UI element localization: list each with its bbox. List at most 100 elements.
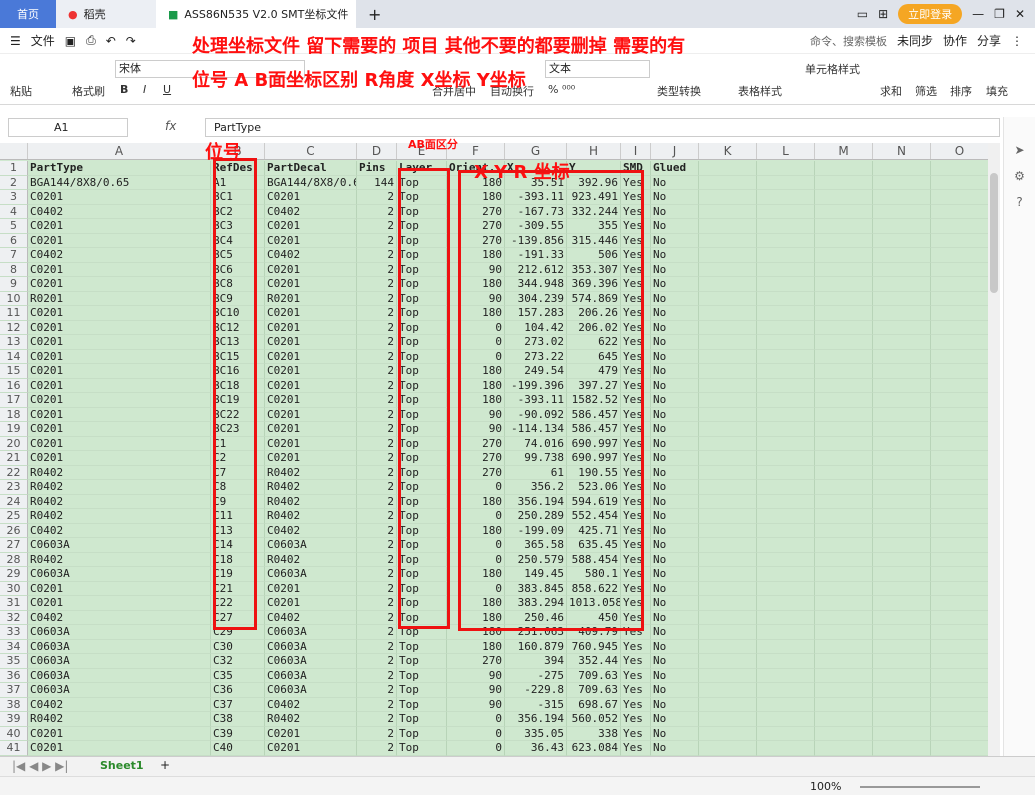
sheet-tab[interactable]: Sheet1 [100, 759, 144, 772]
table-cell[interactable] [699, 248, 757, 263]
table-cell[interactable] [815, 349, 873, 364]
table-cell[interactable]: 2 [357, 306, 397, 321]
table-cell[interactable] [815, 625, 873, 640]
table-cell[interactable] [815, 175, 873, 190]
row-number[interactable]: 31 [0, 596, 28, 611]
column-header-k[interactable]: K [699, 143, 757, 159]
table-cell[interactable]: C40 [211, 741, 265, 756]
table-cell[interactable]: C0201 [28, 349, 211, 364]
table-cell[interactable] [699, 233, 757, 248]
table-cell[interactable] [699, 509, 757, 524]
table-cell[interactable] [873, 306, 931, 321]
table-cell[interactable]: C0402 [265, 523, 357, 538]
column-header-n[interactable]: N [873, 143, 931, 159]
table-cell[interactable]: Yes [621, 668, 651, 683]
table-cell[interactable]: R0402 [265, 494, 357, 509]
table-cell[interactable] [931, 161, 988, 176]
table-cell[interactable]: No [651, 175, 699, 190]
table-cell[interactable]: C0603A [28, 538, 211, 553]
table-cell[interactable] [699, 378, 757, 393]
table-cell[interactable] [757, 451, 815, 466]
table-cell[interactable]: C36 [211, 683, 265, 698]
table-cell[interactable] [757, 538, 815, 553]
table-cell[interactable]: 356.194 [505, 712, 567, 727]
table-cell[interactable]: 338 [567, 726, 621, 741]
table-cell[interactable] [757, 422, 815, 437]
table-cell[interactable]: C0201 [28, 277, 211, 292]
table-cell[interactable] [815, 436, 873, 451]
table-cell[interactable]: -229.8 [505, 683, 567, 698]
table-cell[interactable]: 160.879 [505, 639, 567, 654]
table-cell[interactable]: C0201 [265, 349, 357, 364]
row-number[interactable]: 20 [0, 436, 28, 451]
table-cell[interactable] [815, 509, 873, 524]
table-cell[interactable]: C0201 [265, 726, 357, 741]
table-cell[interactable] [815, 161, 873, 176]
table-cell[interactable] [873, 596, 931, 611]
new-tab-button[interactable]: + [356, 0, 393, 28]
table-cell[interactable]: Yes [621, 683, 651, 698]
type-convert-button[interactable]: 类型转换 [657, 83, 701, 99]
table-cell[interactable]: 2 [357, 277, 397, 292]
fx-icon[interactable]: fx [165, 119, 176, 133]
table-cell[interactable]: Top [397, 741, 447, 756]
italic-icon[interactable]: I [143, 83, 146, 96]
table-cell[interactable] [873, 741, 931, 756]
table-cell[interactable] [815, 364, 873, 379]
table-cell[interactable]: C0201 [28, 306, 211, 321]
table-cell[interactable]: No [651, 335, 699, 350]
table-cell[interactable] [873, 407, 931, 422]
table-cell[interactable]: C0603A [265, 639, 357, 654]
table-cell[interactable]: 352.44 [567, 654, 621, 669]
table-cell[interactable] [815, 320, 873, 335]
table-cell[interactable]: 2 [357, 407, 397, 422]
table-cell[interactable] [757, 639, 815, 654]
row-number[interactable]: 5 [0, 219, 28, 234]
table-cell[interactable] [873, 204, 931, 219]
table-cell[interactable] [757, 726, 815, 741]
table-cell[interactable] [757, 465, 815, 480]
table-cell[interactable]: C0201 [265, 596, 357, 611]
help-icon[interactable]: ? [1004, 189, 1035, 215]
table-cell[interactable] [757, 349, 815, 364]
table-cell[interactable] [873, 509, 931, 524]
row-number[interactable]: 4 [0, 204, 28, 219]
table-cell[interactable]: 2 [357, 509, 397, 524]
window-layout-icon[interactable]: ▭ [857, 7, 868, 21]
row-number[interactable]: 22 [0, 465, 28, 480]
table-cell[interactable] [757, 567, 815, 582]
table-cell[interactable]: Pins [357, 161, 397, 176]
table-cell[interactable] [815, 465, 873, 480]
table-cell[interactable] [931, 364, 988, 379]
percent-icon[interactable]: % ⁰⁰⁰ [548, 83, 575, 96]
table-cell[interactable] [699, 364, 757, 379]
table-cell[interactable]: 2 [357, 712, 397, 727]
table-cell[interactable] [815, 451, 873, 466]
table-cell[interactable] [699, 335, 757, 350]
table-cell[interactable]: 2 [357, 567, 397, 582]
table-cell[interactable] [699, 712, 757, 727]
table-cell[interactable] [931, 596, 988, 611]
table-cell[interactable] [699, 625, 757, 640]
table-cell[interactable]: No [651, 248, 699, 263]
table-cell[interactable] [815, 726, 873, 741]
table-cell[interactable]: R0402 [28, 494, 211, 509]
table-cell[interactable] [757, 320, 815, 335]
table-cell[interactable] [873, 248, 931, 263]
table-cell[interactable]: C0201 [28, 451, 211, 466]
table-cell[interactable] [873, 291, 931, 306]
table-cell[interactable]: 2 [357, 581, 397, 596]
row-number[interactable]: 26 [0, 523, 28, 538]
table-cell[interactable] [699, 393, 757, 408]
table-cell[interactable] [757, 175, 815, 190]
table-cell[interactable]: 2 [357, 190, 397, 205]
table-cell[interactable] [931, 379, 988, 393]
table-cell[interactable]: 2 [357, 523, 397, 538]
table-cell[interactable] [873, 610, 931, 625]
table-cell[interactable]: 90 [447, 697, 505, 712]
settings-icon[interactable]: ⚙ [1004, 163, 1035, 189]
table-cell[interactable] [873, 639, 931, 654]
table-cell[interactable]: 709.63 [567, 683, 621, 698]
table-cell[interactable]: No [651, 639, 699, 654]
table-cell[interactable]: Top [397, 697, 447, 712]
